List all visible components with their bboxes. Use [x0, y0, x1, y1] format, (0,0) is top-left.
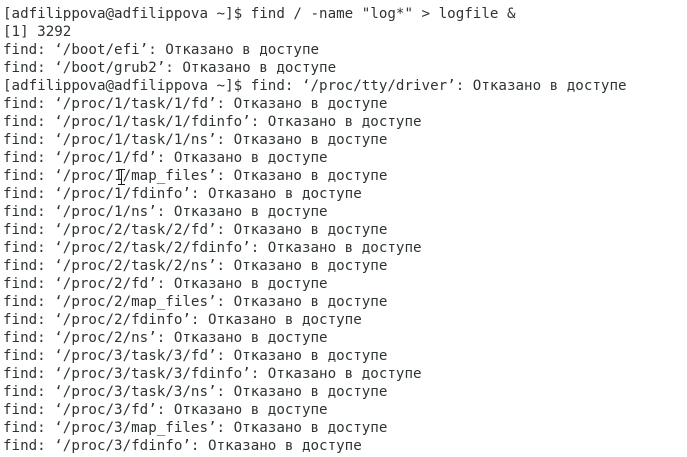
ibeam-stem	[121, 169, 122, 185]
terminal-line: find: ‘/proc/1/fdinfo’: Отказано в досту…	[3, 186, 362, 202]
terminal-line: find: ‘/proc/3/task/3/fd’: Отказано в до…	[3, 348, 388, 364]
terminal-line: find: ‘/proc/3/fdinfo’: Отказано в досту…	[3, 438, 362, 454]
text-ibeam-cursor-icon	[118, 168, 126, 186]
terminal-line: find: ‘/proc/2/task/2/ns’: Отказано в до…	[3, 258, 388, 274]
terminal-line: find: ‘/proc/3/task/3/fdinfo’: Отказано …	[3, 366, 422, 382]
terminal-line: find: ‘/proc/2/map_files’: Отказано в до…	[3, 294, 388, 310]
terminal-line: find: ‘/proc/3/task/3/ns’: Отказано в до…	[3, 384, 388, 400]
terminal-window[interactable]: [adfilippova@adfilippova ~]$ find / -nam…	[0, 0, 687, 457]
ibeam-cap-bottom	[118, 184, 125, 185]
terminal-line: find: ‘/proc/2/fd’: Отказано в доступе	[3, 276, 328, 292]
terminal-line: find: ‘/proc/1/map_files’: Отказано в до…	[3, 168, 388, 184]
terminal-line: find: ‘/proc/1/task/1/fd’: Отказано в до…	[3, 96, 388, 112]
terminal-output[interactable]: [adfilippova@adfilippova ~]$ find / -nam…	[3, 5, 687, 455]
terminal-line: find: ‘/boot/efi’: Отказано в доступе	[3, 42, 320, 58]
terminal-line: find: ‘/proc/1/ns’: Отказано в доступе	[3, 204, 328, 220]
terminal-line: find: ‘/proc/2/fdinfo’: Отказано в досту…	[3, 312, 362, 328]
terminal-line-job-id: [1] 3292	[3, 24, 72, 40]
terminal-line: find: ‘/proc/2/ns’: Отказано в доступе	[3, 330, 328, 346]
terminal-line-prompt: [adfilippova@adfilippova ~]$ find: ‘/pro…	[3, 78, 627, 94]
terminal-line: find: ‘/proc/2/task/2/fdinfo’: Отказано …	[3, 240, 422, 256]
terminal-line: find: ‘/proc/3/map_files’: Отказано в до…	[3, 420, 388, 436]
terminal-line: find: ‘/proc/1/task/1/ns’: Отказано в до…	[3, 132, 388, 148]
terminal-line: find: ‘/proc/3/fd’: Отказано в доступе	[3, 402, 328, 418]
terminal-line-command: [adfilippova@adfilippova ~]$ find / -nam…	[3, 6, 516, 22]
terminal-line: find: ‘/proc/2/task/2/fd’: Отказано в до…	[3, 222, 388, 238]
terminal-line: find: ‘/boot/grub2’: Отказано в доступе	[3, 60, 337, 76]
terminal-line: find: ‘/proc/1/fd’: Отказано в доступе	[3, 150, 328, 166]
terminal-line: find: ‘/proc/1/task/1/fdinfo’: Отказано …	[3, 114, 422, 130]
